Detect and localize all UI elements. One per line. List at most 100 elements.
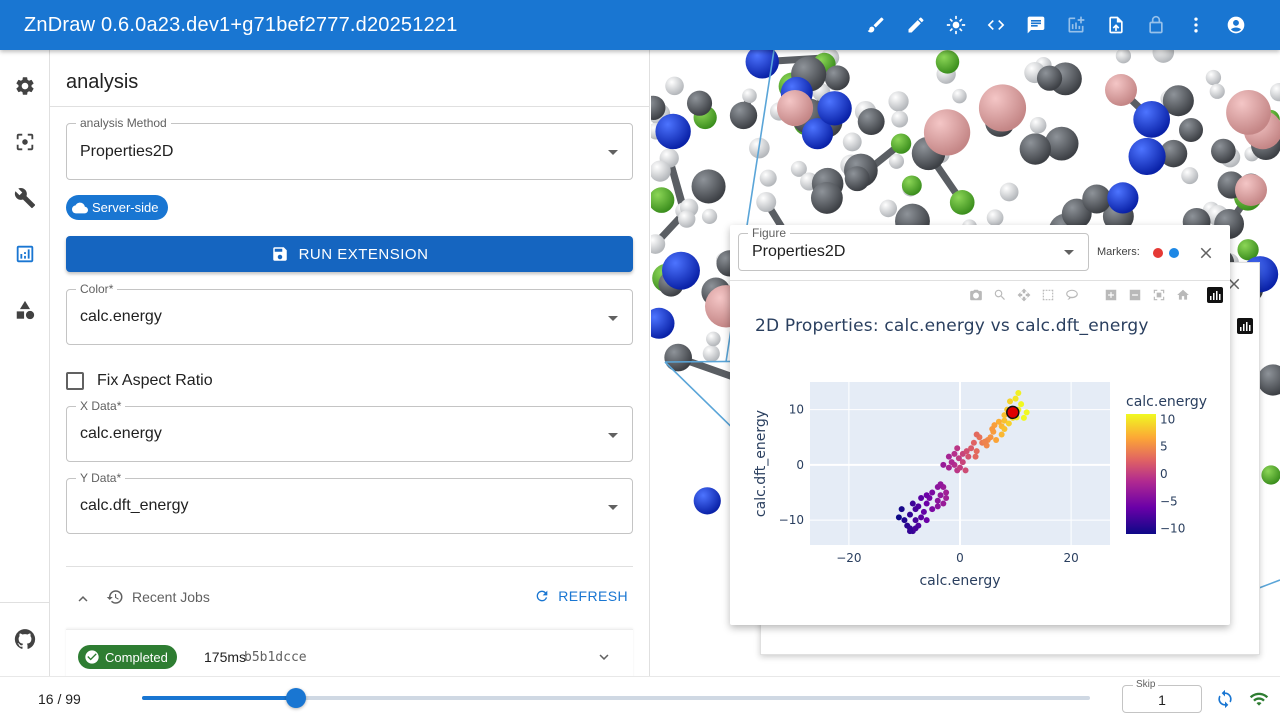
upload-file-icon[interactable] bbox=[1096, 0, 1136, 50]
scatter-point[interactable] bbox=[1007, 398, 1013, 405]
scatter-point[interactable] bbox=[929, 489, 936, 496]
atom[interactable] bbox=[901, 175, 922, 196]
atom[interactable] bbox=[742, 88, 757, 104]
atom[interactable] bbox=[891, 110, 909, 128]
atom[interactable] bbox=[1133, 101, 1171, 138]
atom[interactable] bbox=[810, 182, 843, 214]
scatter-point[interactable] bbox=[934, 497, 941, 504]
atom[interactable] bbox=[706, 331, 721, 347]
plotly-logo-icon[interactable] bbox=[1237, 318, 1253, 334]
highlighted-point[interactable] bbox=[1006, 405, 1020, 420]
atom[interactable] bbox=[665, 76, 684, 96]
sync-icon[interactable] bbox=[1215, 689, 1235, 714]
add-chart-icon[interactable] bbox=[1056, 0, 1096, 50]
atom[interactable] bbox=[1115, 50, 1132, 64]
scatter-point[interactable] bbox=[912, 525, 919, 532]
job-card[interactable]: Completed 175ms b5b1dcce bbox=[66, 629, 633, 676]
scatter-point[interactable] bbox=[955, 455, 962, 462]
atom[interactable] bbox=[844, 166, 870, 192]
more-vert-icon[interactable] bbox=[1176, 0, 1216, 50]
atom[interactable] bbox=[651, 187, 675, 213]
atom[interactable] bbox=[664, 343, 692, 372]
fix-aspect-ratio-checkbox[interactable] bbox=[66, 372, 84, 390]
atom[interactable] bbox=[1209, 83, 1225, 99]
scatter-point[interactable] bbox=[943, 489, 950, 496]
atom[interactable] bbox=[817, 91, 852, 126]
frame-slider-thumb[interactable] bbox=[285, 688, 306, 708]
scatter-point[interactable] bbox=[901, 517, 908, 524]
atom[interactable] bbox=[879, 199, 898, 218]
atom[interactable] bbox=[1105, 74, 1137, 106]
scatter-point[interactable] bbox=[907, 511, 913, 518]
skip-input[interactable]: Skip 1 bbox=[1122, 679, 1202, 713]
atom[interactable] bbox=[888, 153, 905, 169]
scatter-point[interactable] bbox=[937, 481, 944, 488]
scatter-point[interactable] bbox=[940, 500, 947, 507]
scatter-point[interactable] bbox=[929, 506, 936, 513]
atom[interactable] bbox=[1257, 364, 1280, 396]
scatter-point[interactable] bbox=[918, 514, 925, 521]
atom[interactable] bbox=[662, 251, 700, 290]
scatter-point[interactable] bbox=[982, 438, 988, 445]
scatter-point[interactable] bbox=[957, 464, 963, 471]
scatter-point[interactable] bbox=[970, 439, 977, 446]
atom[interactable] bbox=[655, 113, 691, 150]
scatter-point[interactable] bbox=[909, 500, 916, 507]
scatter-point[interactable] bbox=[912, 506, 919, 513]
atom[interactable] bbox=[1036, 65, 1063, 91]
github-icon[interactable] bbox=[0, 617, 50, 661]
scatter-point[interactable] bbox=[993, 437, 1000, 444]
scatter-point[interactable] bbox=[973, 431, 980, 438]
atom[interactable] bbox=[1029, 116, 1047, 134]
atom[interactable] bbox=[890, 133, 912, 154]
atom[interactable] bbox=[776, 89, 814, 127]
wrench-icon[interactable] bbox=[0, 176, 50, 220]
refresh-button[interactable]: REFRESH bbox=[534, 588, 628, 604]
scatter-point[interactable] bbox=[920, 508, 927, 515]
chevron-up-icon[interactable] bbox=[74, 590, 92, 613]
analysis-method-select[interactable]: analysis Method Properties2D bbox=[66, 116, 633, 180]
atom[interactable] bbox=[1269, 82, 1280, 102]
scatter-point[interactable] bbox=[937, 492, 944, 499]
atom[interactable] bbox=[1128, 137, 1166, 175]
atom[interactable] bbox=[923, 109, 971, 156]
scatter-point[interactable] bbox=[943, 495, 950, 502]
brightness-icon[interactable] bbox=[936, 0, 976, 50]
scatter-point[interactable] bbox=[923, 500, 930, 507]
atom[interactable] bbox=[935, 50, 960, 74]
gear-icon[interactable] bbox=[0, 64, 50, 108]
pencil-icon[interactable] bbox=[896, 0, 936, 50]
scatter-point[interactable] bbox=[951, 450, 958, 457]
atom[interactable] bbox=[1235, 174, 1267, 206]
scatter-point[interactable] bbox=[989, 425, 996, 432]
run-extension-button[interactable]: RUN EXTENSION bbox=[66, 236, 633, 272]
scatter-point[interactable] bbox=[998, 431, 1005, 438]
scatter-point[interactable] bbox=[945, 464, 952, 471]
scatter-point[interactable] bbox=[918, 495, 925, 502]
atom[interactable] bbox=[729, 101, 758, 130]
atom[interactable] bbox=[759, 169, 777, 187]
account-icon[interactable] bbox=[1216, 0, 1256, 50]
scatter-point[interactable] bbox=[945, 453, 952, 460]
figure-window[interactable]: Figure Properties2D Markers: 2D Properti… bbox=[730, 225, 1230, 625]
atom[interactable] bbox=[686, 90, 713, 116]
atom[interactable] bbox=[986, 209, 1004, 227]
expand-more-icon[interactable] bbox=[595, 648, 613, 671]
color-select[interactable]: Color* calc.energy bbox=[66, 282, 633, 345]
scatter-point[interactable] bbox=[907, 528, 913, 535]
brush-icon[interactable] bbox=[856, 0, 896, 50]
scatter-point[interactable] bbox=[895, 514, 902, 521]
atom[interactable] bbox=[952, 88, 967, 104]
scatter-point[interactable] bbox=[954, 445, 961, 452]
atom[interactable] bbox=[701, 208, 718, 225]
atom[interactable] bbox=[842, 132, 862, 152]
scatter-point[interactable] bbox=[962, 467, 969, 474]
scatter-point[interactable] bbox=[923, 492, 930, 499]
atom[interactable] bbox=[1179, 118, 1203, 142]
atom[interactable] bbox=[691, 169, 726, 204]
atom[interactable] bbox=[1181, 167, 1199, 185]
atom[interactable] bbox=[978, 84, 1027, 132]
x-data-select[interactable]: X Data* calc.energy bbox=[66, 399, 633, 462]
scatter-point[interactable] bbox=[1015, 390, 1022, 397]
atom[interactable] bbox=[1211, 138, 1236, 164]
